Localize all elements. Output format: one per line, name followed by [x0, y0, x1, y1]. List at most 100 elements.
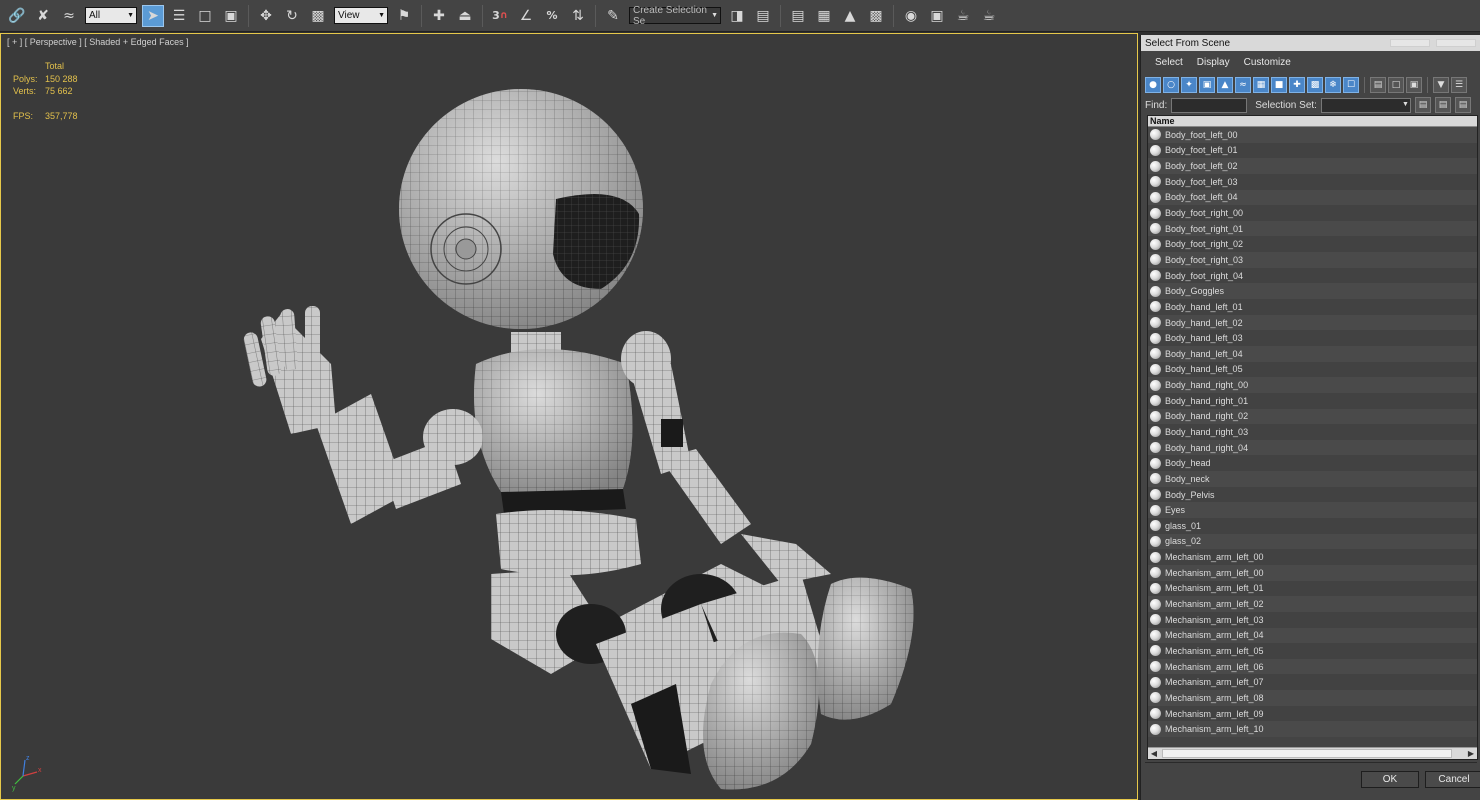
display-bones-icon[interactable]: ✚ [1289, 77, 1305, 93]
list-item[interactable]: Body_foot_left_04 [1148, 189, 1477, 206]
mirror-icon[interactable]: ◨ [726, 5, 748, 27]
list-item[interactable]: Body_hand_left_03 [1148, 330, 1477, 346]
list-item[interactable]: Body_hand_right_04 [1148, 439, 1477, 456]
angle-snap-icon[interactable]: ∠ [515, 5, 537, 27]
scale-icon[interactable]: ▩ [307, 5, 329, 27]
display-groups-icon[interactable]: ▦ [1253, 77, 1269, 93]
render-setup-icon[interactable]: ▣ [926, 5, 948, 27]
display-hidden-icon[interactable]: ☐ [1343, 77, 1359, 93]
list-item[interactable]: Body_hand_right_02 [1148, 408, 1477, 425]
list-item[interactable]: Body_foot_left_00 [1148, 127, 1477, 143]
filter-options-icon[interactable]: ☰ [1451, 77, 1467, 93]
list-item[interactable]: Mechanism_arm_left_08 [1148, 690, 1477, 706]
list-item[interactable]: Body_foot_right_03 [1148, 252, 1477, 268]
rotate-icon[interactable]: ↻ [281, 5, 303, 27]
column-header-name[interactable]: Name [1148, 116, 1477, 127]
list-item[interactable]: Body_foot_left_01 [1148, 142, 1477, 159]
reference-coordinate-dropdown[interactable]: View ▼ [334, 7, 388, 24]
display-cameras-icon[interactable]: ▣ [1199, 77, 1215, 93]
selection-set-dropdown[interactable]: ▼ [1320, 97, 1411, 113]
list-item[interactable]: glass_02 [1148, 533, 1477, 550]
viewport-label[interactable]: [ + ] [ Perspective ] [ Shaded + Edged F… [7, 37, 189, 47]
list-item[interactable]: Mechanism_arm_left_07 [1148, 674, 1477, 691]
list-item[interactable]: Mechanism_arm_left_00 [1148, 564, 1477, 581]
list-item[interactable]: Body_head [1148, 455, 1477, 472]
select-all-icon[interactable]: ▤ [1370, 77, 1386, 93]
ok-button[interactable]: OK [1361, 771, 1419, 788]
list-item[interactable]: Body_hand_right_01 [1148, 392, 1477, 409]
list-item[interactable]: Body_Pelvis [1148, 486, 1477, 503]
list-item[interactable]: glass_01 [1148, 518, 1477, 534]
bind-space-warp-icon[interactable]: ≈ [58, 5, 80, 27]
unlink-icon[interactable]: ✘ [32, 5, 54, 27]
snaps-toggle-icon[interactable]: 3 ∩ [489, 5, 511, 27]
find-input[interactable] [1171, 97, 1248, 113]
scroll-left-icon[interactable]: ◀ [1148, 748, 1160, 759]
perspective-viewport[interactable]: [ + ] [ Perspective ] [ Shaded + Edged F… [0, 33, 1138, 800]
link-icon[interactable]: 🔗 [6, 5, 28, 27]
display-geometry-icon[interactable]: ● [1145, 77, 1161, 93]
scene-explorer-icon[interactable]: ▦ [813, 5, 835, 27]
list-item[interactable]: Body_hand_left_01 [1148, 299, 1477, 315]
menu-select[interactable]: Select [1155, 57, 1183, 68]
display-space-warps-icon[interactable]: ≈ [1235, 77, 1251, 93]
select-by-name-icon[interactable]: ☰ [168, 5, 190, 27]
list-item[interactable]: Mechanism_arm_left_03 [1148, 611, 1477, 628]
rendered-frame-window-icon[interactable]: ☕ [952, 5, 974, 27]
render-production-icon[interactable]: ☕ [978, 5, 1000, 27]
display-frozen-icon[interactable]: ❄ [1325, 77, 1341, 93]
robot-3d-model[interactable] [221, 64, 941, 800]
load-selection-set-icon[interactable]: ▤ [1434, 97, 1451, 113]
display-lights-icon[interactable]: ✦ [1181, 77, 1197, 93]
dialog-title-bar[interactable]: Select From Scene [1141, 35, 1480, 51]
keyboard-shortcut-override-icon[interactable]: ⏏ [454, 5, 476, 27]
list-item[interactable]: Body_Goggles [1148, 283, 1477, 300]
list-item[interactable]: Mechanism_arm_left_00 [1148, 549, 1477, 565]
list-item[interactable]: Body_foot_left_03 [1148, 173, 1477, 190]
list-item[interactable]: Body_hand_right_03 [1148, 424, 1477, 440]
list-item[interactable]: Mechanism_arm_left_10 [1148, 721, 1477, 737]
list-item[interactable]: Body_neck [1148, 471, 1477, 487]
layer-manager-icon[interactable]: ▤ [787, 5, 809, 27]
list-item[interactable]: Mechanism_arm_left_06 [1148, 658, 1477, 675]
list-item[interactable]: Body_foot_right_04 [1148, 267, 1477, 284]
display-helpers-icon[interactable]: ▲ [1217, 77, 1233, 93]
list-item[interactable]: Body_hand_left_05 [1148, 361, 1477, 378]
named-selection-sets-dropdown[interactable]: Create Selection Se ▼ [629, 5, 721, 27]
list-item[interactable]: Mechanism_arm_left_09 [1148, 705, 1477, 722]
select-and-manipulate-icon[interactable]: ✚ [428, 5, 450, 27]
curve-editor-icon[interactable]: ▲ [839, 5, 861, 27]
list-item[interactable]: Body_hand_left_04 [1148, 345, 1477, 362]
list-item[interactable]: Body_foot_right_00 [1148, 205, 1477, 221]
list-item[interactable]: Body_foot_left_02 [1148, 158, 1477, 174]
scroll-right-icon[interactable]: ▶ [1465, 748, 1477, 759]
delete-selection-set-icon[interactable]: ▤ [1454, 97, 1471, 113]
display-xrefs-icon[interactable]: ■ [1271, 77, 1287, 93]
select-invert-icon[interactable]: ▣ [1406, 77, 1422, 93]
display-containers-icon[interactable]: ▩ [1307, 77, 1323, 93]
align-icon[interactable]: ▤ [752, 5, 774, 27]
move-icon[interactable]: ✥ [255, 5, 277, 27]
menu-customize[interactable]: Customize [1244, 57, 1291, 68]
list-item[interactable]: Body_foot_right_01 [1148, 220, 1477, 237]
scrollbar-thumb[interactable] [1162, 749, 1452, 758]
pivot-center-icon[interactable]: ⚑ [393, 5, 415, 27]
select-object-icon[interactable]: ➤ [142, 4, 164, 27]
list-item[interactable]: Body_hand_left_02 [1148, 314, 1477, 331]
list-item[interactable]: Mechanism_arm_left_01 [1148, 580, 1477, 597]
list-item[interactable]: Mechanism_arm_left_05 [1148, 643, 1477, 659]
list-item[interactable]: Mechanism_arm_left_04 [1148, 627, 1477, 644]
list-item[interactable]: Mechanism_arm_left_02 [1148, 596, 1477, 612]
selection-filter-dropdown[interactable]: All ▼ [85, 7, 137, 24]
spinner-snap-icon[interactable]: ⇅ [567, 5, 589, 27]
cancel-button[interactable]: Cancel [1425, 771, 1480, 788]
percent-snap-icon[interactable]: % [541, 5, 563, 27]
filter-icon[interactable]: ▼ [1433, 77, 1449, 93]
list-item[interactable]: Body_hand_right_00 [1148, 377, 1477, 393]
edit-named-selection-sets-icon[interactable]: ✎ [602, 5, 624, 27]
material-editor-icon[interactable]: ◉ [900, 5, 922, 27]
save-selection-set-icon[interactable]: ▤ [1414, 97, 1431, 113]
rectangular-selection-icon[interactable]: □ [194, 5, 216, 27]
display-shapes-icon[interactable]: ○ [1163, 77, 1179, 93]
list-item[interactable]: Body_foot_right_02 [1148, 236, 1477, 253]
